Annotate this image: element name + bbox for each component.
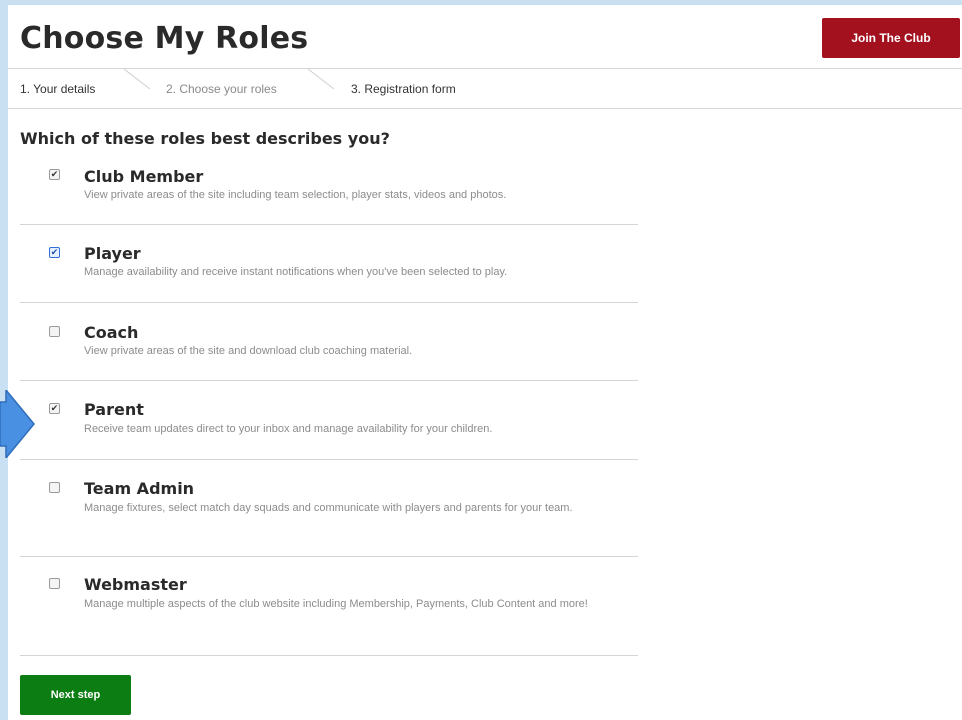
checkbox-team-admin[interactable] (49, 482, 60, 493)
registration-panel: Choose My Roles Join The Club 1. Your de… (8, 5, 962, 720)
role-title: Parent (84, 400, 144, 419)
role-divider (20, 655, 638, 656)
role-title: Webmaster (84, 575, 187, 594)
checkbox-player[interactable]: ✔ (49, 247, 60, 258)
step-your-details[interactable]: 1. Your details (20, 82, 95, 96)
role-divider (20, 380, 638, 381)
role-title: Coach (84, 323, 139, 342)
role-divider (20, 224, 638, 225)
role-title: Player (84, 244, 141, 263)
role-description: View private areas of the site including… (84, 189, 507, 201)
step-separator-icon (123, 69, 151, 90)
role-description: Manage multiple aspects of the club webs… (84, 598, 588, 610)
role-description: Receive team updates direct to your inbo… (84, 423, 493, 435)
roles-question: Which of these roles best describes you? (20, 129, 390, 148)
step-separator-icon (307, 69, 335, 90)
role-title: Club Member (84, 167, 204, 186)
checkbox-webmaster[interactable] (49, 578, 60, 589)
role-description: Manage fixtures, select match day squads… (84, 502, 573, 514)
role-description: View private areas of the site and downl… (84, 345, 413, 357)
role-divider (20, 302, 638, 303)
steps-divider (8, 108, 962, 109)
role-title: Team Admin (84, 479, 195, 498)
checkbox-parent[interactable]: ✔ (49, 403, 60, 414)
page-title: Choose My Roles (20, 21, 309, 56)
role-description: Manage availability and receive instant … (84, 266, 508, 278)
step-registration-form[interactable]: 3. Registration form (351, 82, 456, 96)
join-club-button[interactable]: Join The Club (822, 18, 960, 58)
checkbox-club-member[interactable]: ✔ (49, 169, 60, 180)
next-step-button[interactable]: Next step (20, 675, 131, 715)
role-divider (20, 556, 638, 557)
right-arrow-icon (0, 390, 35, 458)
step-choose-roles[interactable]: 2. Choose your roles (166, 82, 277, 96)
checkbox-coach[interactable] (49, 326, 60, 337)
role-divider (20, 459, 638, 460)
